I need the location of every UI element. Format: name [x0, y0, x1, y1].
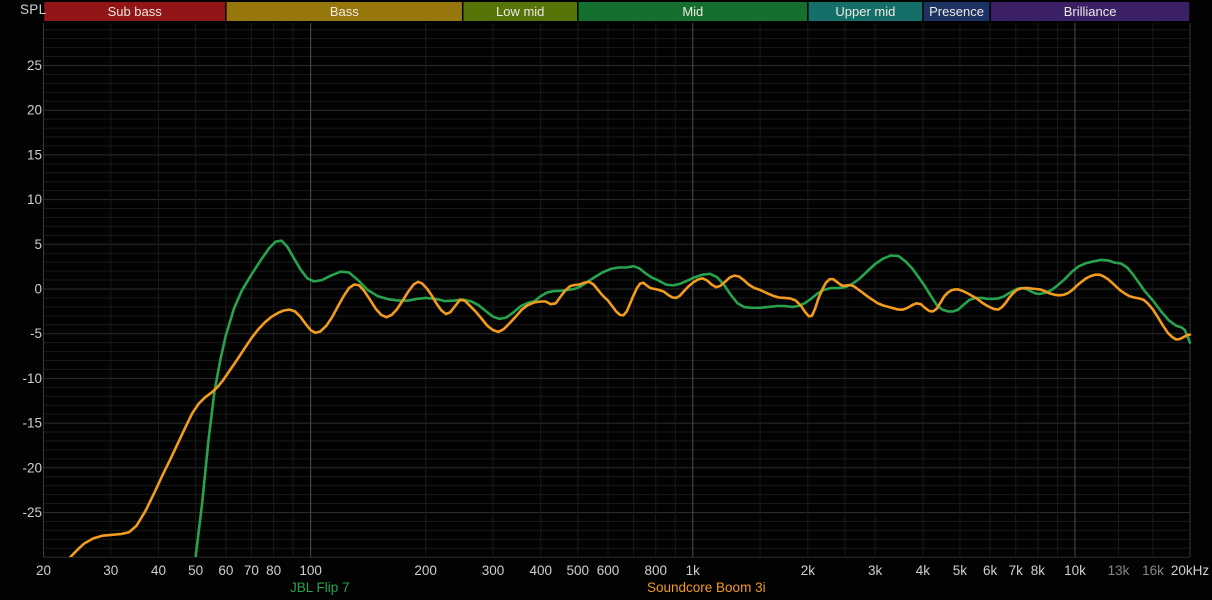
- band-label: Presence: [929, 4, 984, 19]
- y-tick-label: 5: [34, 237, 42, 252]
- band-label: Mid: [682, 4, 703, 19]
- x-tick-label: 6k: [983, 563, 998, 578]
- y-tick-label: 10: [27, 192, 42, 207]
- x-tick-label: 4k: [916, 563, 931, 578]
- x-tick-label: 80: [266, 563, 281, 578]
- x-tick-label: 16k: [1142, 563, 1164, 578]
- band-label: Bass: [330, 4, 359, 19]
- y-tick-label: 20: [27, 103, 42, 118]
- x-tick-label: 200: [414, 563, 437, 578]
- x-tick-label: 800: [644, 563, 667, 578]
- y-tick-label: -10: [22, 371, 42, 386]
- x-tick-label: 300: [482, 563, 505, 578]
- x-tick-label: 70: [244, 563, 259, 578]
- y-tick-label: 15: [27, 147, 42, 162]
- y-tick-label: 0: [34, 282, 42, 297]
- chart-canvas: Sub bass Bass Low mid Mid Upper mid Presence B…: [0, 0, 1212, 600]
- x-tick-label: 3k: [868, 563, 883, 578]
- x-tick-label: 30: [103, 563, 118, 578]
- y-tick-label: -5: [30, 326, 42, 341]
- x-tick-label: 20: [36, 563, 51, 578]
- band-label: Brilliance: [1064, 4, 1117, 19]
- x-tick-label: 20kHz: [1171, 563, 1210, 578]
- frequency-response-chart: Sub bass Bass Low mid Mid Upper mid Presence B…: [0, 0, 1212, 600]
- x-tick-label: 8k: [1031, 563, 1046, 578]
- y-tick-label: -15: [22, 416, 42, 431]
- band-label: Sub bass: [108, 4, 163, 19]
- x-tick-label: 5k: [953, 563, 968, 578]
- x-tick-label: 500: [566, 563, 589, 578]
- y-axis-title: SPL: [20, 2, 47, 17]
- y-tick-label: -20: [22, 460, 42, 475]
- x-tick-label: 50: [188, 563, 203, 578]
- legend-jbl-flip-7[interactable]: JBL Flip 7: [290, 580, 350, 595]
- legend-soundcore-boom-3i[interactable]: Soundcore Boom 3i: [647, 580, 766, 595]
- x-tick-label: 1k: [686, 563, 701, 578]
- y-tick-label: -25: [22, 505, 42, 520]
- x-tick-label: 2k: [801, 563, 816, 578]
- x-tick-label: 40: [151, 563, 166, 578]
- x-tick-label: 600: [597, 563, 620, 578]
- x-tick-label: 400: [529, 563, 552, 578]
- x-tick-label: 10k: [1064, 563, 1086, 578]
- band-label: Upper mid: [835, 4, 895, 19]
- x-tick-label: 100: [299, 563, 322, 578]
- band-label: Low mid: [496, 4, 544, 19]
- y-tick-label: 25: [27, 58, 42, 73]
- x-tick-label: 60: [218, 563, 233, 578]
- x-tick-label: 13k: [1108, 563, 1130, 578]
- x-tick-label: 7k: [1009, 563, 1024, 578]
